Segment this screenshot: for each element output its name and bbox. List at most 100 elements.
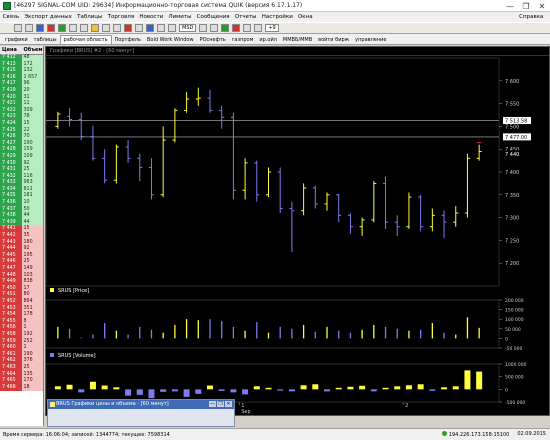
order-book-row[interactable]: 7 442 35 [0, 233, 43, 240]
maximize-mini-button[interactable]: ❐ [217, 401, 224, 407]
indicator-bar [382, 387, 389, 390]
plus-icon[interactable] [254, 24, 263, 32]
tab-exchange-login[interactable]: войти бирж [315, 36, 352, 44]
zoom-icon[interactable] [243, 24, 252, 32]
order-book-row[interactable]: 7 415 132 [0, 68, 43, 75]
portfolio-icon[interactable] [135, 24, 143, 32]
menu-item-settings[interactable]: Настройки [259, 14, 295, 20]
buy-icon[interactable] [58, 24, 66, 32]
order-book-row[interactable]: 7 423 78 [0, 114, 43, 121]
order-book-row[interactable]: 7 428 159 [0, 147, 43, 154]
limits-icon[interactable] [146, 24, 154, 32]
menu-item-trading[interactable]: Торговля [105, 14, 137, 20]
minimized-chart-window[interactable]: BRUS Графики цены и объема - [60 минут] … [47, 399, 235, 427]
order-book-row[interactable]: 7 456 1 [0, 325, 43, 332]
orderbook-icon[interactable] [102, 24, 110, 32]
menu-item-news[interactable]: Новости [137, 14, 166, 20]
menu-item-tables[interactable]: Таблицы [75, 14, 106, 20]
order-book-row[interactable]: 7 424 15 [0, 120, 43, 128]
table-icon[interactable] [69, 24, 77, 32]
tab-micex[interactable]: ММВБ/ММВ [280, 36, 315, 44]
order-book-row[interactable]: 7 451 80 [0, 292, 43, 299]
disconnect-icon[interactable] [47, 24, 55, 32]
indicator-bar [183, 389, 190, 397]
open-icon[interactable] [14, 24, 22, 32]
price-panel [46, 57, 500, 287]
order-book: Цена Объем 7 412 48 7 413 172 7 415 132 7 416 1… [0, 46, 44, 426]
restore-button[interactable]: — [209, 401, 216, 407]
chart-icon[interactable] [80, 24, 88, 32]
tab-oil[interactable]: ир.ойл [256, 36, 280, 44]
order-book-row[interactable]: 7 452 864 [0, 298, 43, 306]
order-book-row[interactable]: 7 426 70 [0, 134, 43, 141]
tab-charts[interactable]: графики [2, 36, 31, 44]
order-book-row[interactable]: 7 463 25 [0, 364, 43, 372]
sell-order-icon[interactable] [232, 24, 241, 32]
close-mini-button[interactable]: ✕ [225, 401, 232, 407]
order-book-row[interactable]: 7 436 10 [0, 200, 43, 207]
order-book-row[interactable]: 7 431 25 [0, 167, 43, 174]
stop-icon[interactable] [124, 24, 132, 32]
menu-item-connection[interactable]: Связь [0, 14, 22, 20]
order-book-row[interactable]: 7 446 25 [0, 259, 43, 266]
order-book-row[interactable]: 7 454 178 [0, 312, 43, 319]
filter-icon[interactable] [157, 24, 165, 32]
order-book-row[interactable]: 7 465 170 [0, 378, 43, 385]
order-book-row[interactable]: 7 460 1 [0, 345, 43, 352]
order-book-row[interactable]: 7 433 963 [0, 180, 43, 187]
order-book-row[interactable]: 7 417 96 [0, 81, 43, 88]
tab-portfolio[interactable]: Портфель [112, 36, 144, 44]
indicator-bar [89, 381, 96, 390]
order-book-row[interactable]: 7 447 149 [0, 266, 43, 273]
order-book-row[interactable]: 7 438 44 [0, 213, 43, 220]
buy-order-icon[interactable] [221, 24, 230, 32]
refresh-icon[interactable] [199, 24, 208, 32]
chart-canvas[interactable]: 7 6007 5507 5007 4507 4007 3507 3007 250… [46, 56, 549, 415]
sell-volume-cell: 109 [21, 153, 43, 161]
order-book-row[interactable]: 7 462 376 [0, 358, 43, 365]
save-icon[interactable] [25, 24, 33, 32]
indicator-bar [359, 385, 366, 390]
sell-volume-cell: 963 [21, 180, 43, 187]
connect-icon[interactable] [36, 24, 44, 32]
print-icon[interactable] [168, 24, 176, 32]
minimize-button[interactable]: — [502, 0, 518, 12]
order-book-row[interactable]: 7 421 11 [0, 101, 43, 108]
volume-tick-label: 0 [505, 336, 508, 342]
sell-volume-cell: 44 [21, 213, 43, 220]
buy-price-cell: 7 454 [0, 312, 22, 319]
tab-tables[interactable]: таблицы [31, 36, 60, 44]
order-book-row[interactable]: 7 419 20 [0, 87, 43, 95]
tab-bold-work-window[interactable]: Bold Work Window [144, 36, 197, 44]
alert-icon[interactable] [91, 24, 99, 32]
menu-item-windows[interactable]: Окна [295, 14, 315, 20]
maximize-button[interactable]: ❐ [518, 0, 534, 12]
tab-workspace[interactable]: рабочая область [59, 35, 112, 44]
news-icon[interactable] [113, 24, 121, 32]
tab-gazprom[interactable]: газпром [229, 36, 257, 44]
volume-column-header[interactable]: Объем [22, 46, 44, 54]
tab-management[interactable]: управление [352, 36, 389, 44]
order-book-row[interactable]: 7 412 48 [0, 55, 43, 62]
step-field[interactable]: +9 [265, 24, 279, 32]
menu-item-reports[interactable]: Отчеты [232, 14, 259, 20]
menu-item-limits[interactable]: Лимиты [166, 14, 194, 20]
order-book-row[interactable]: 7 449 838 [0, 279, 43, 286]
indicator-bar [136, 389, 143, 395]
sell-price-cell: 7 438 [0, 213, 22, 220]
order-book-row[interactable]: 7 466 18 [0, 384, 43, 392]
menu-item-export[interactable]: Экспорт данных [22, 14, 75, 20]
order-book-row[interactable]: 7 429 109 [0, 153, 43, 161]
close-button[interactable]: ✕ [534, 0, 550, 12]
buy-volume-cell: 178 [21, 312, 43, 319]
price-tick-label: 7 400 [505, 170, 519, 176]
price-column-header[interactable]: Цена [0, 46, 22, 54]
lock-icon[interactable] [210, 24, 219, 32]
order-book-row[interactable]: 7 444 92 [0, 246, 43, 253]
tab-rosneft[interactable]: РОснефть [197, 36, 229, 44]
minimized-window-title[interactable]: BRUS Графики цены и объема - [60 минут] [48, 400, 234, 409]
currency-select[interactable]: MSD [179, 24, 197, 32]
order-book-row[interactable]: 7 458 192 [0, 331, 43, 339]
menu-item-help[interactable]: Справка [517, 14, 546, 20]
menu-item-messages[interactable]: Сообщения [194, 14, 232, 20]
